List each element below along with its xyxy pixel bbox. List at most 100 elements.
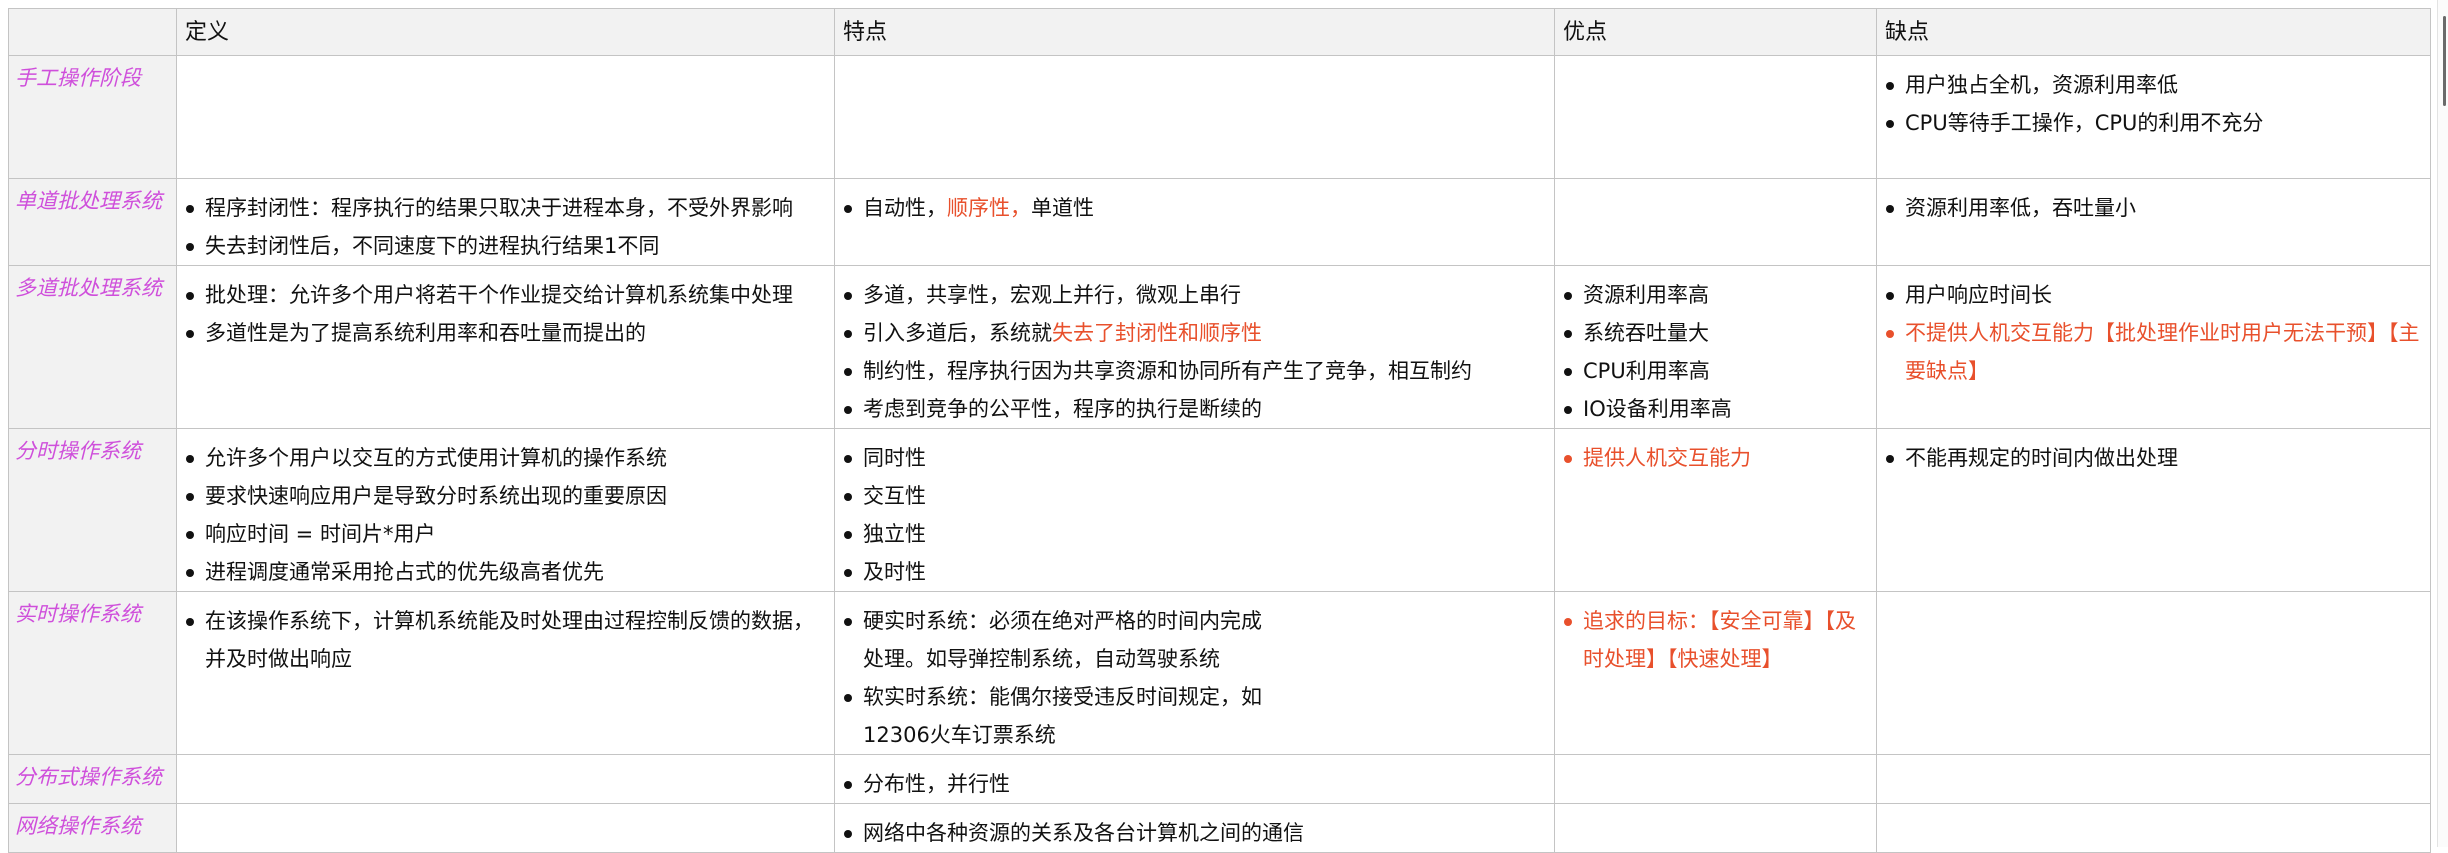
- table-row: 手工操作阶段 用户独占全机，资源利用率低 CPU等待手工操作，CPU的利用不充分: [8, 55, 2431, 179]
- row-label-cell: 手工操作阶段: [8, 55, 177, 179]
- definition-item: 批处理：允许多个用户将若干个作业提交给计算机系统集中处理: [184, 276, 828, 314]
- feature-text: 单道性: [1031, 196, 1094, 220]
- features-list: 同时性 交互性 独立性 及时性: [836, 430, 1554, 591]
- definition-item: 失去封闭性后，不同速度下的进程执行结果1不同: [184, 227, 828, 265]
- cons-list: 不能再规定的时间内做出处理: [1878, 430, 2430, 478]
- definition-item: 允许多个用户以交互的方式使用计算机的操作系统: [184, 439, 828, 477]
- features-cell: 多道，共享性，宏观上并行，微观上串行 引入多道后，系统就失去了封闭性和顺序性 制…: [834, 265, 1555, 429]
- features-item: 独立性: [842, 515, 1548, 553]
- features-item: 制约性，程序执行因为共享资源和协同所有产生了竞争，相互制约: [842, 352, 1548, 390]
- header-cons: 缺点: [1876, 8, 2431, 56]
- row-label: 单道批处理系统: [15, 189, 162, 213]
- feature-highlight-text: 顺序性，: [947, 196, 1031, 220]
- table-row: 实时操作系统 在该操作系统下，计算机系统能及时处理由过程控制反馈的数据，并及时做…: [8, 591, 2431, 755]
- row-label-cell: 分布式操作系统: [8, 754, 177, 804]
- header-corner: [8, 8, 177, 56]
- row-label-cell: 实时操作系统: [8, 591, 177, 755]
- feature-text: 自动性，: [863, 196, 947, 220]
- cons-list: 用户独占全机，资源利用率低 CPU等待手工操作，CPU的利用不充分: [1878, 57, 2430, 143]
- cons-cell: [1876, 803, 2431, 853]
- header-label: 缺点: [1885, 20, 1930, 45]
- definition-item: 进程调度通常采用抢占式的优先级高者优先: [184, 553, 828, 591]
- pros-cell: [1554, 803, 1877, 853]
- features-item: 自动性，顺序性，单道性: [842, 189, 1548, 227]
- header-label: [10, 10, 176, 19]
- row-label-cell: 单道批处理系统: [8, 178, 177, 266]
- definition-cell: 批处理：允许多个用户将若干个作业提交给计算机系统集中处理 多道性是为了提高系统利…: [176, 265, 835, 429]
- features-cell: 同时性 交互性 独立性 及时性: [834, 428, 1555, 592]
- definition-cell: [176, 55, 835, 179]
- features-item: 软实时系统：能偶尔接受违反时间规定，如12306火车订票系统: [842, 678, 1273, 754]
- definition-cell: 程序封闭性：程序执行的结果只取决于进程本身，不受外界影响 失去封闭性后，不同速度…: [176, 178, 835, 266]
- header-definition: 定义: [176, 8, 835, 56]
- definition-cell: [176, 754, 835, 804]
- pros-list: 提供人机交互能力: [1556, 430, 1876, 478]
- pros-item: 系统吞吐量大: [1562, 314, 1870, 352]
- feature-text: 引入多道后，系统就: [863, 321, 1052, 345]
- cons-item: CPU等待手工操作，CPU的利用不充分: [1884, 104, 2424, 142]
- row-label-cell: 分时操作系统: [8, 428, 177, 592]
- cons-cell: 用户独占全机，资源利用率低 CPU等待手工操作，CPU的利用不充分: [1876, 55, 2431, 179]
- features-list: 自动性，顺序性，单道性: [836, 180, 1554, 228]
- cons-item-highlight: 不提供人机交互能力【批处理作业时用户无法干预】【主要缺点】: [1884, 314, 2424, 390]
- table-row: 分时操作系统 允许多个用户以交互的方式使用计算机的操作系统 要求快速响应用户是导…: [8, 428, 2431, 592]
- definition-list: 在该操作系统下，计算机系统能及时处理由过程控制反馈的数据，并及时做出响应: [178, 593, 834, 679]
- table-row: 单道批处理系统 程序封闭性：程序执行的结果只取决于进程本身，不受外界影响 失去封…: [8, 178, 2431, 266]
- definition-list: 允许多个用户以交互的方式使用计算机的操作系统 要求快速响应用户是导致分时系统出现…: [178, 430, 834, 591]
- cons-item: 不能再规定的时间内做出处理: [1884, 439, 2424, 477]
- row-label: 实时操作系统: [15, 602, 141, 626]
- row-label: 多道批处理系统: [15, 276, 162, 300]
- os-comparison-table-wrapper: 定义 特点 优点 缺点 手工操作阶段 用户独占全机，资源利用率低 CPU等待手工…: [8, 8, 2431, 853]
- features-item: 同时性: [842, 439, 1548, 477]
- definition-item: 响应时间 = 时间片*用户: [184, 515, 828, 553]
- header-pros: 优点: [1554, 8, 1877, 56]
- cons-cell: [1876, 591, 2431, 755]
- pros-list: 追求的目标：【安全可靠】【及时处理】【快速处理】: [1556, 593, 1876, 679]
- definition-item: 程序封闭性：程序执行的结果只取决于进程本身，不受外界影响: [184, 189, 828, 227]
- os-comparison-table: 定义 特点 优点 缺点 手工操作阶段 用户独占全机，资源利用率低 CPU等待手工…: [8, 8, 2431, 853]
- features-cell: 硬实时系统：必须在绝对严格的时间内完成处理。如导弹控制系统，自动驾驶系统 软实时…: [834, 591, 1555, 755]
- row-label: 网络操作系统: [15, 814, 141, 838]
- header-features: 特点: [834, 8, 1555, 56]
- features-item: 网络中各种资源的关系及各台计算机之间的通信: [842, 814, 1548, 852]
- vertical-scrollbar[interactable]: [2437, 0, 2448, 847]
- features-item: 多道，共享性，宏观上并行，微观上串行: [842, 276, 1548, 314]
- scrollbar-thumb[interactable]: [2443, 16, 2446, 106]
- features-item: 硬实时系统：必须在绝对严格的时间内完成处理。如导弹控制系统，自动驾驶系统: [842, 602, 1273, 678]
- pros-item-highlight: 追求的目标：【安全可靠】【及时处理】【快速处理】: [1562, 602, 1870, 678]
- table-header-row: 定义 特点 优点 缺点: [8, 8, 2431, 56]
- table-row: 网络操作系统 网络中各种资源的关系及各台计算机之间的通信: [8, 803, 2431, 853]
- feature-highlight-text: 失去了封闭性和顺序性: [1052, 321, 1262, 345]
- cons-list: 用户响应时间长 不提供人机交互能力【批处理作业时用户无法干预】【主要缺点】: [1878, 267, 2430, 391]
- features-cell: 分布性，并行性: [834, 754, 1555, 804]
- definition-list: 批处理：允许多个用户将若干个作业提交给计算机系统集中处理 多道性是为了提高系统利…: [178, 267, 834, 353]
- definition-list: 程序封闭性：程序执行的结果只取决于进程本身，不受外界影响 失去封闭性后，不同速度…: [178, 180, 834, 265]
- pros-cell: [1554, 754, 1877, 804]
- row-label: 分布式操作系统: [15, 765, 162, 789]
- pros-cell: [1554, 178, 1877, 266]
- features-list: 硬实时系统：必须在绝对严格的时间内完成处理。如导弹控制系统，自动驾驶系统 软实时…: [836, 593, 1554, 754]
- cons-cell: 用户响应时间长 不提供人机交互能力【批处理作业时用户无法干预】【主要缺点】: [1876, 265, 2431, 429]
- definition-cell: 允许多个用户以交互的方式使用计算机的操作系统 要求快速响应用户是导致分时系统出现…: [176, 428, 835, 592]
- definition-cell: 在该操作系统下，计算机系统能及时处理由过程控制反馈的数据，并及时做出响应: [176, 591, 835, 755]
- pros-cell: 提供人机交互能力: [1554, 428, 1877, 592]
- header-label: 优点: [1563, 20, 1608, 45]
- header-label: 特点: [843, 20, 888, 45]
- features-item: 及时性: [842, 553, 1548, 591]
- row-label-cell: 多道批处理系统: [8, 265, 177, 429]
- pros-item: 资源利用率高: [1562, 276, 1870, 314]
- pros-item: IO设备利用率高: [1562, 390, 1870, 428]
- pros-item: CPU利用率高: [1562, 352, 1870, 390]
- cons-list: 资源利用率低，吞吐量小: [1878, 180, 2430, 228]
- row-label: 手工操作阶段: [15, 66, 141, 90]
- row-label: 分时操作系统: [15, 439, 141, 463]
- features-cell: [834, 55, 1555, 179]
- features-item: 交互性: [842, 477, 1548, 515]
- features-list: 多道，共享性，宏观上并行，微观上串行 引入多道后，系统就失去了封闭性和顺序性 制…: [836, 267, 1554, 428]
- pros-item-highlight: 提供人机交互能力: [1562, 439, 1870, 477]
- features-cell: 自动性，顺序性，单道性: [834, 178, 1555, 266]
- features-cell: 网络中各种资源的关系及各台计算机之间的通信: [834, 803, 1555, 853]
- features-item: 引入多道后，系统就失去了封闭性和顺序性: [842, 314, 1548, 352]
- features-list: 网络中各种资源的关系及各台计算机之间的通信: [836, 805, 1554, 852]
- features-item: 考虑到竞争的公平性，程序的执行是断续的: [842, 390, 1548, 428]
